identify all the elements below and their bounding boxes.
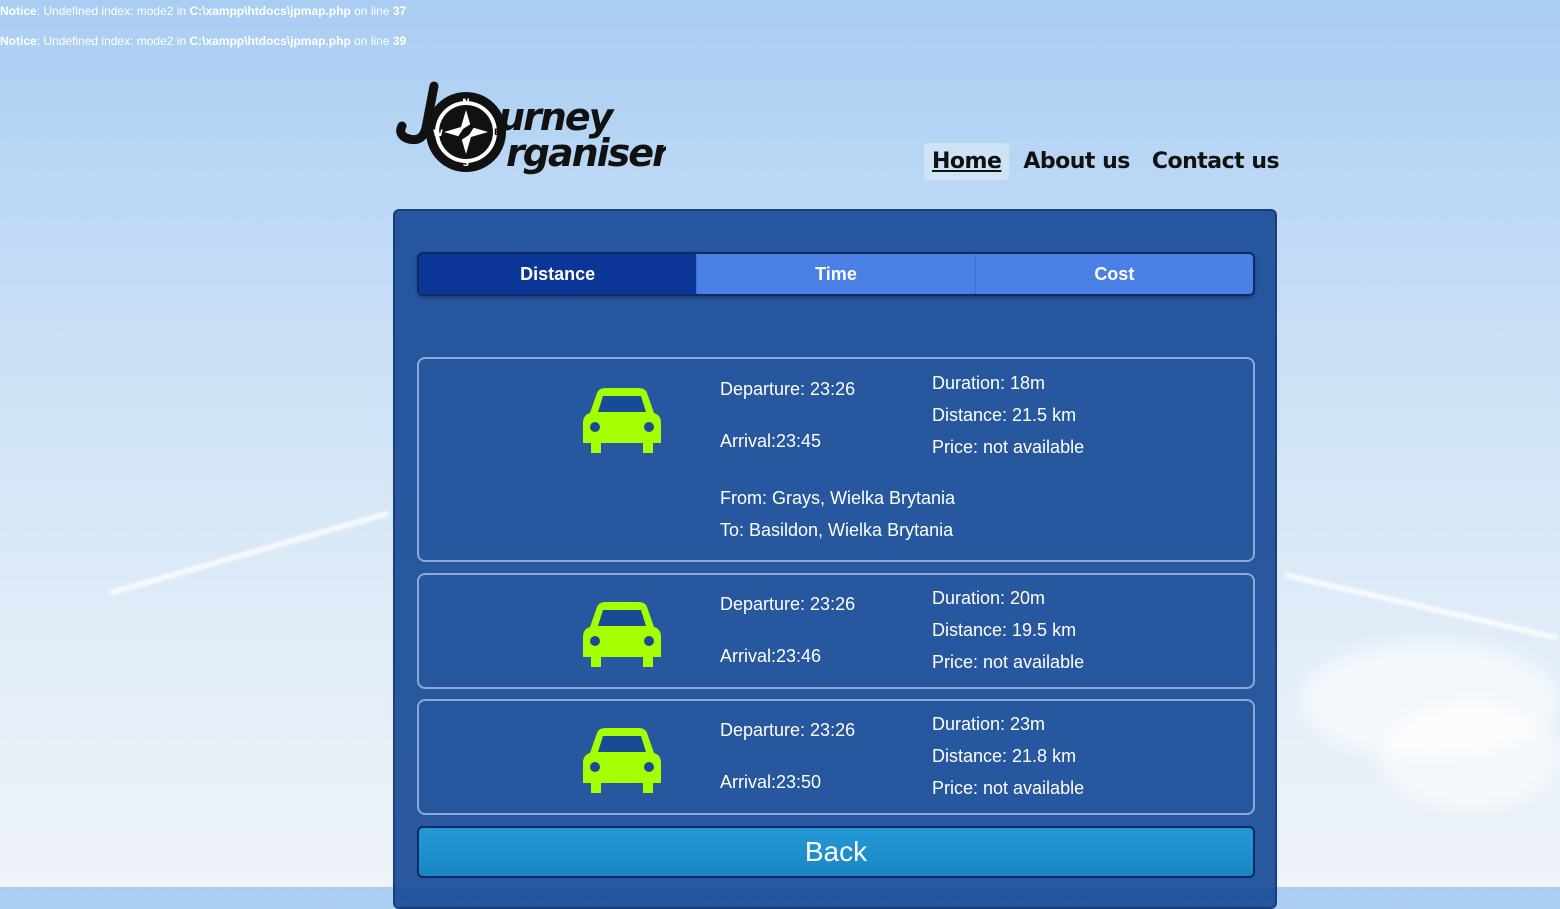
distance-text: Distance: 21.5 km [932,405,1077,425]
car-icon [583,728,661,793]
price-text: Price: not available [932,652,1085,672]
notice-message: : Undefined index: mode2 in [36,34,190,48]
to-text: To: Basildon, Wielka Brytania [720,520,954,540]
journey-organiser-logo[interactable]: N E S W urney rganiser [396,80,675,180]
departure-text: Departure: 23:26 [720,720,856,740]
car-icon [583,602,661,667]
php-notice: Notice: Undefined index: mode2 in C:\xam… [0,34,406,48]
route-result[interactable]: Departure: 23:26 Arrival:23:45 Duration:… [417,357,1255,562]
tab-time[interactable]: Time [697,254,976,294]
departure-text: Departure: 23:26 [720,594,856,614]
cloud-decoration [1380,700,1560,810]
nav-home-link[interactable]: Home [924,143,1010,180]
contrail-decoration [109,510,390,596]
logo-graphic: N E S W urney rganiser [396,81,675,175]
compass-n-label: N [462,98,470,108]
notice-suffix: on line [350,4,393,18]
distance-text: Distance: 19.5 km [932,620,1077,640]
notice-message: : Undefined index: mode2 in [36,4,190,18]
from-text: From: Grays, Wielka Brytania [720,488,956,508]
notice-label: Notice [0,34,37,48]
main-nav: Home About us Contact us [924,143,1287,180]
route-result[interactable]: Departure: 23:26 Arrival:23:50 Duration:… [417,699,1255,815]
nav-contact-link[interactable]: Contact us [1144,143,1287,180]
compass-s-label: S [463,159,469,169]
sort-tabs: Distance Time Cost [417,252,1255,296]
results-panel: Distance Time Cost Departure: 23:26 Arri… [393,209,1277,909]
notice-suffix: on line [350,34,393,48]
arrival-text: Arrival:23:50 [720,772,822,792]
compass-w-label: W [433,129,443,139]
duration-text: Duration: 18m [932,373,1046,393]
price-text: Price: not available [932,778,1085,798]
notice-line: 37 [392,4,407,18]
notice-path: C:\xampp\htdocs\jpmap.php [189,34,351,48]
arrival-text: Arrival:23:46 [720,646,822,666]
php-notice: Notice: Undefined index: mode2 in C:\xam… [0,4,406,18]
distance-text: Distance: 21.8 km [932,746,1077,766]
notice-path: C:\xampp\htdocs\jpmap.php [189,4,351,18]
tab-cost[interactable]: Cost [975,254,1253,294]
notice-label: Notice [0,4,37,18]
tab-distance[interactable]: Distance [419,254,698,294]
car-icon [583,388,661,453]
departure-text: Departure: 23:26 [720,379,856,399]
logo-line2: rganiser [506,131,666,175]
price-text: Price: not available [932,437,1085,457]
arrival-text: Arrival:23:45 [720,431,822,451]
duration-text: Duration: 23m [932,714,1046,734]
route-result[interactable]: Departure: 23:26 Arrival:23:46 Duration:… [417,573,1255,689]
contrail-decoration [1284,572,1559,641]
notice-line: 39 [392,34,407,48]
nav-about-link[interactable]: About us [1015,143,1137,180]
duration-text: Duration: 20m [932,588,1046,608]
back-button[interactable]: Back [417,826,1255,878]
